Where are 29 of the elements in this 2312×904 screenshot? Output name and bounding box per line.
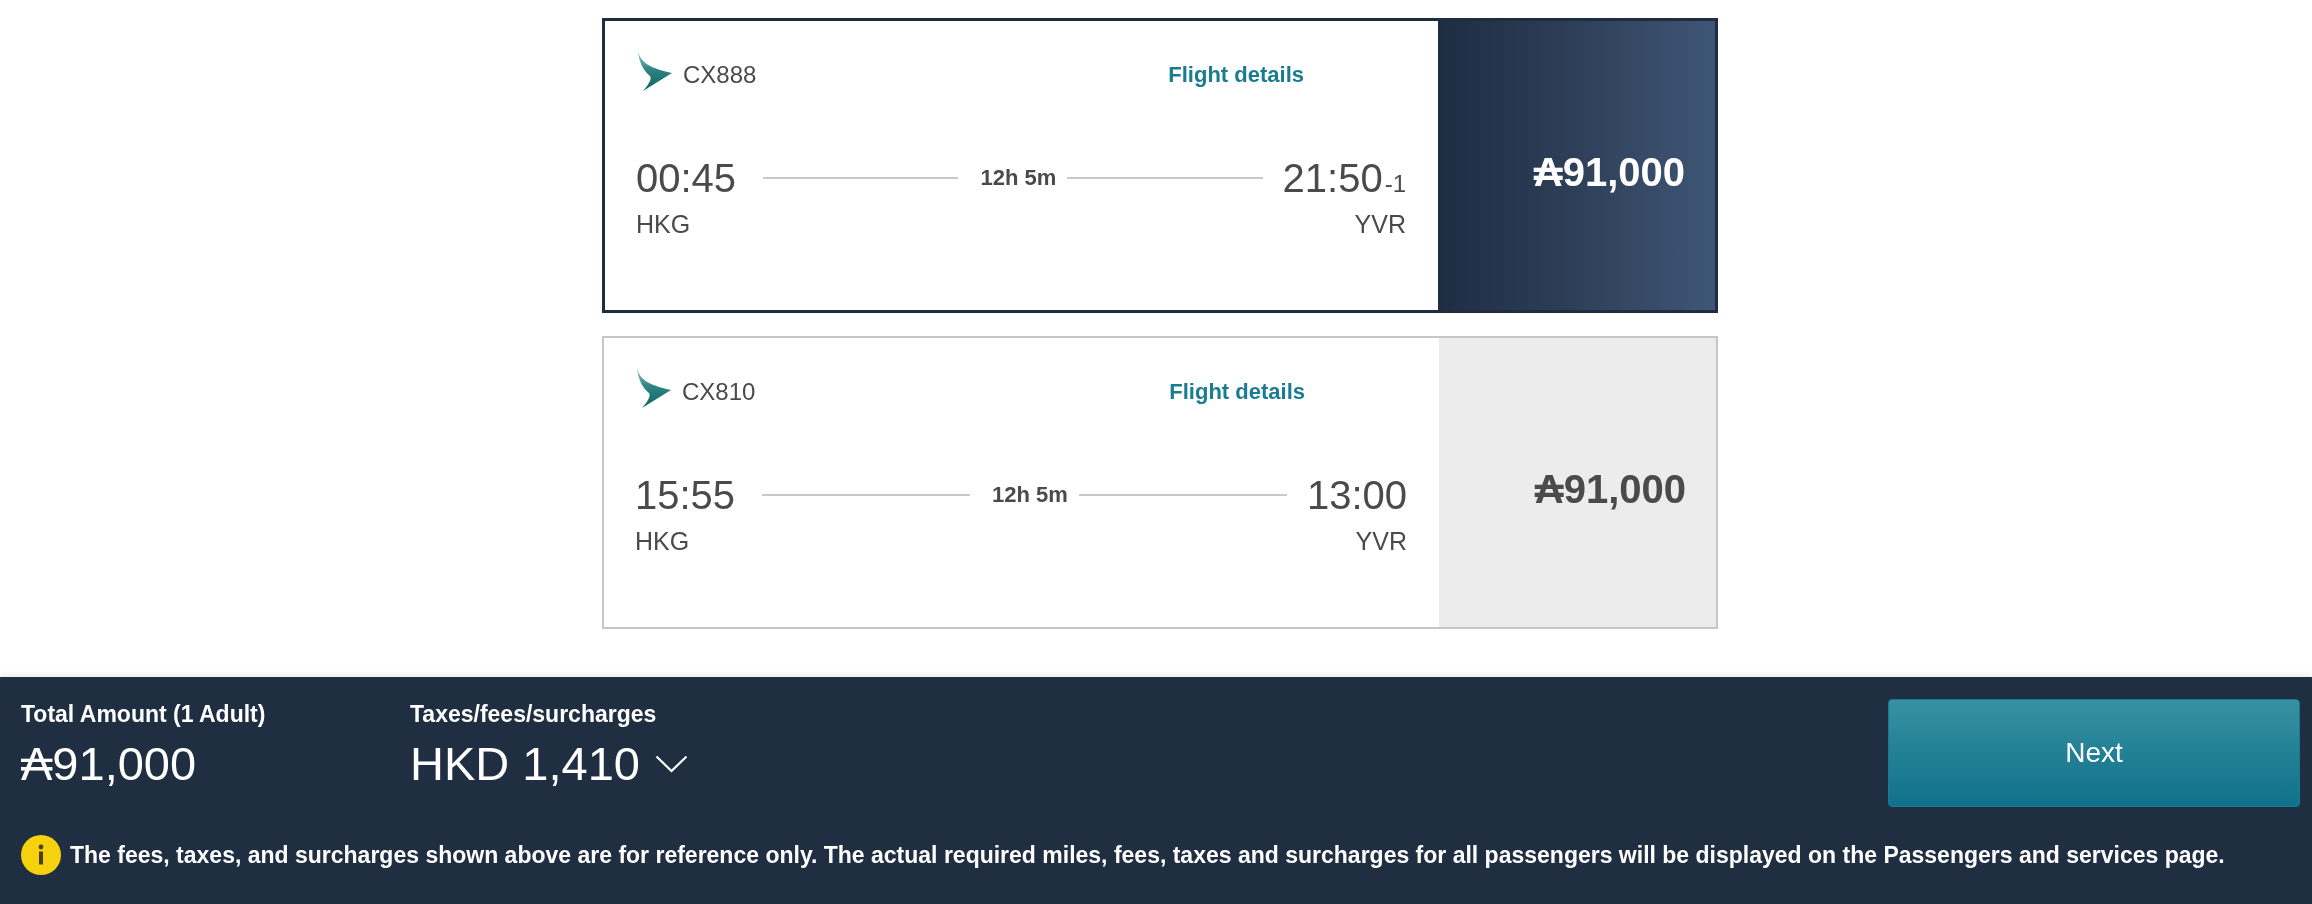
flight-number: CX888 xyxy=(683,60,757,89)
taxes-toggle[interactable]: HKD 1,410 xyxy=(410,737,688,791)
wing-logo-icon xyxy=(636,51,672,91)
chevron-down-icon[interactable] xyxy=(654,755,688,773)
arrival-time: 21:50 xyxy=(1282,155,1383,201)
total-amount-label: Total Amount (1 Adult) xyxy=(21,701,266,727)
reference-note: The fees, taxes, and surcharges shown above are for reference only. The actual required miles, fees, taxes and surcharges for all passengers will be displayed on the Passengers and services page. xyxy=(70,841,2225,869)
flight-number: CX810 xyxy=(682,377,756,406)
arrival-airport: YVR xyxy=(1354,210,1406,238)
taxes-label: Taxes/fees/surcharges xyxy=(410,701,657,727)
total-amount: ₳91,000 xyxy=(21,737,197,791)
next-button[interactable]: Next xyxy=(1888,699,2300,807)
flight-card[interactable]: CX810 Flight details 15:55 12h 5m 13:00 HKG YVR ₳91,000 xyxy=(602,336,1718,629)
flight-details-link[interactable]: Flight details xyxy=(1168,54,1304,88)
flight-details-link[interactable]: Flight details xyxy=(1169,371,1305,405)
fare-price: ₳91,000 xyxy=(1534,467,1686,512)
day-offset: -1 xyxy=(1384,170,1406,198)
arrival-time: 13:00 xyxy=(1306,472,1407,518)
departure-airport: HKG xyxy=(635,527,690,555)
flight-duration: 12h 5m xyxy=(992,482,1068,508)
flight-duration: 12h 5m xyxy=(980,165,1057,191)
departure-time: 00:45 xyxy=(636,155,737,201)
departure-time: 15:55 xyxy=(635,472,736,518)
wing-logo-icon xyxy=(635,368,671,408)
arrival-airport: YVR xyxy=(1355,527,1407,555)
departure-airport: HKG xyxy=(636,210,691,238)
fare-price: ₳91,000 xyxy=(1533,150,1685,195)
flight-card[interactable]: CX888 Flight details 00:45 12h 5m 21:50-1 HKG YVR ₳91,000 xyxy=(602,18,1718,313)
info-icon xyxy=(21,835,61,875)
